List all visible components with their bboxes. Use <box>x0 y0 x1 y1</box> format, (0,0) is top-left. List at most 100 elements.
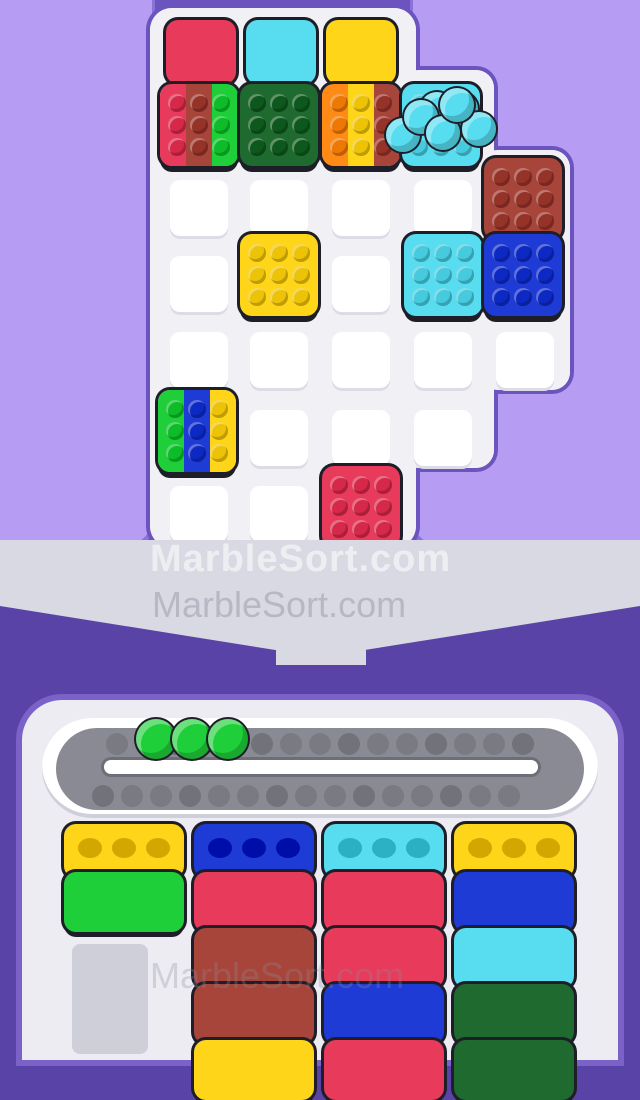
tile-dark-green[interactable] <box>240 84 318 166</box>
empty-column-slot <box>72 944 148 1054</box>
bubble <box>166 444 184 462</box>
bubble <box>352 138 370 156</box>
tile-multicolor-green-blue-yellow[interactable] <box>158 390 236 472</box>
bubble <box>412 244 430 262</box>
tile-red[interactable] <box>322 466 400 548</box>
bubble <box>352 520 370 538</box>
column-block-dark_green[interactable] <box>454 1040 574 1100</box>
empty-cell[interactable] <box>332 256 390 312</box>
bubble <box>434 266 452 284</box>
bubble <box>190 138 208 156</box>
bubble <box>190 94 208 112</box>
column-block-dark_green[interactable] <box>454 984 574 1044</box>
tile-brown[interactable] <box>484 158 562 240</box>
cap-cyan[interactable] <box>246 20 316 84</box>
column-block-red[interactable] <box>324 872 444 932</box>
cap-yellow[interactable] <box>326 20 396 84</box>
bubble <box>292 288 310 306</box>
bubble <box>188 400 206 418</box>
empty-cell[interactable] <box>332 410 390 466</box>
bubble <box>248 94 266 112</box>
column-block-yellow[interactable] <box>64 824 184 878</box>
bubble <box>352 94 370 112</box>
bubble <box>212 94 230 112</box>
block-hole <box>338 838 362 858</box>
empty-cell[interactable] <box>250 332 308 388</box>
bubble <box>212 116 230 134</box>
empty-cell[interactable] <box>332 332 390 388</box>
bubble <box>536 244 554 262</box>
bubble <box>536 212 554 230</box>
bubble <box>168 116 186 134</box>
bubble <box>168 138 186 156</box>
bubble <box>536 168 554 186</box>
conveyor-hole <box>396 733 418 755</box>
marble-cyan[interactable] <box>440 88 474 122</box>
column-block-blue[interactable] <box>454 872 574 932</box>
block-hole <box>146 838 170 858</box>
empty-cell[interactable] <box>170 180 228 236</box>
block-hole <box>276 838 300 858</box>
column-block-cyan[interactable] <box>324 824 444 878</box>
bubble <box>536 190 554 208</box>
empty-cell[interactable] <box>332 180 390 236</box>
bubble <box>492 190 510 208</box>
bubble <box>434 244 452 262</box>
empty-cell[interactable] <box>250 180 308 236</box>
bubble <box>166 422 184 440</box>
bubble <box>374 498 392 516</box>
empty-cell[interactable] <box>414 180 472 236</box>
empty-cell[interactable] <box>496 332 554 388</box>
bubble <box>514 288 532 306</box>
conveyor-hole <box>237 785 259 807</box>
tile-multicolor-red-brown-green[interactable] <box>160 84 238 166</box>
bubble <box>514 190 532 208</box>
bubble <box>210 444 228 462</box>
conveyor-hole <box>295 785 317 807</box>
bubble <box>248 138 266 156</box>
bubble <box>292 116 310 134</box>
bubble <box>514 244 532 262</box>
block-hole <box>208 838 232 858</box>
conveyor-hole <box>309 733 331 755</box>
bubble <box>248 116 266 134</box>
bubble <box>270 266 288 284</box>
bubble <box>270 116 288 134</box>
column-block-red[interactable] <box>194 872 314 932</box>
empty-cell[interactable] <box>250 410 308 466</box>
column-block-green[interactable] <box>64 872 184 932</box>
bubble <box>492 168 510 186</box>
cap-red[interactable] <box>166 20 236 84</box>
bubble <box>412 266 430 284</box>
conveyor-hole <box>498 785 520 807</box>
bubble <box>492 266 510 284</box>
conveyor-hole <box>150 785 172 807</box>
block-hole <box>242 838 266 858</box>
bubble <box>514 212 532 230</box>
empty-cell[interactable] <box>250 486 308 542</box>
column-block-red[interactable] <box>324 1040 444 1100</box>
conveyor-hole <box>280 733 302 755</box>
conveyor-divider <box>104 760 538 774</box>
conveyor-hole <box>469 785 491 807</box>
tile-cyan[interactable] <box>404 234 482 316</box>
column-block-yellow[interactable] <box>454 824 574 878</box>
empty-cell[interactable] <box>414 410 472 466</box>
conveyor-marble-green[interactable] <box>136 719 176 759</box>
conveyor-marble-green[interactable] <box>208 719 248 759</box>
watermark-bottom: MarbleSort.com <box>150 955 405 996</box>
column-block-blue[interactable] <box>194 824 314 878</box>
empty-cell[interactable] <box>170 486 228 542</box>
column-block-cyan[interactable] <box>454 928 574 988</box>
empty-cell[interactable] <box>170 256 228 312</box>
bubble <box>514 266 532 284</box>
bubble <box>492 212 510 230</box>
empty-cell[interactable] <box>170 332 228 388</box>
conveyor-marble-green[interactable] <box>172 719 212 759</box>
tile-yellow[interactable] <box>240 234 318 316</box>
column-block-yellow[interactable] <box>194 1040 314 1100</box>
conveyor-hole <box>512 733 534 755</box>
bubble <box>168 94 186 112</box>
empty-cell[interactable] <box>414 332 472 388</box>
tile-blue[interactable] <box>484 234 562 316</box>
